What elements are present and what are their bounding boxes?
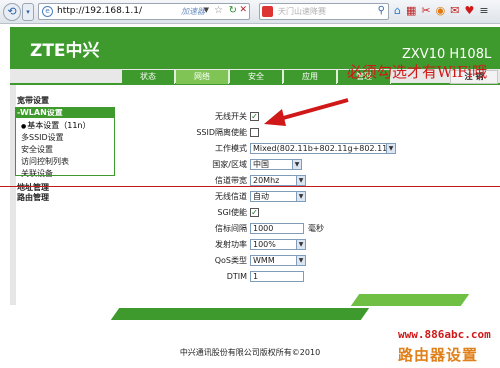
menu-icon[interactable]: ≡ bbox=[479, 4, 493, 17]
region-select[interactable]: 中国 ▼ bbox=[250, 159, 302, 170]
wlan-submenu-frame bbox=[15, 108, 115, 176]
browser-toolbar: ⟲ ▾ e http://192.168.1.1/ 加速器 ▼ ☆ ↻ ✕ 天门… bbox=[0, 0, 500, 24]
accelerator-label[interactable]: 加速器 bbox=[181, 6, 205, 17]
red-guide-line bbox=[0, 186, 500, 187]
region-label: 国家/区域 bbox=[212, 160, 247, 169]
region-value: 中国 bbox=[253, 160, 269, 169]
power-select[interactable]: 100% ▼ bbox=[250, 239, 306, 250]
zte-logo: ZTE中兴 bbox=[30, 41, 100, 61]
mode-select[interactable]: Mixed(802.11b+802.11g+802.11n) ▼ bbox=[250, 143, 396, 154]
annotation-text: 必须勾选才有WiFi哦 bbox=[347, 63, 488, 81]
channel-select[interactable]: 自动 ▼ bbox=[250, 191, 306, 202]
footer-decoration bbox=[95, 290, 490, 326]
chevron-down-icon: ▼ bbox=[296, 176, 305, 185]
beacon-label: 信标间隔 bbox=[215, 224, 247, 233]
annotation-arrow-icon bbox=[264, 98, 349, 126]
row-region: 国家/区域 中国 ▼ bbox=[107, 159, 397, 171]
ssid-isolation-checkbox[interactable] bbox=[250, 128, 259, 137]
page-icon: e bbox=[42, 6, 53, 17]
channel-value: 自动 bbox=[253, 192, 269, 201]
wireless-switch-label: 无线开关 bbox=[215, 112, 247, 121]
qos-value: WMM bbox=[253, 256, 275, 265]
sidebar-item-routing[interactable]: 路由管理 bbox=[15, 192, 115, 203]
chevron-down-icon: ▼ bbox=[292, 160, 301, 169]
heart-icon[interactable]: ♥ bbox=[464, 4, 479, 17]
beacon-unit: 毫秒 bbox=[308, 224, 324, 233]
tab-network[interactable]: 网络 bbox=[176, 70, 229, 84]
chevron-down-icon: ▼ bbox=[296, 240, 305, 249]
home-icon[interactable]: ⌂ bbox=[394, 4, 406, 17]
address-dropdown-icon[interactable]: ▼ bbox=[204, 6, 209, 14]
toolbar-icons: ⌂▦✂◉✉♥≡ bbox=[394, 4, 494, 17]
grid-icon[interactable]: ▦ bbox=[406, 4, 421, 17]
mail-icon[interactable]: ✉ bbox=[450, 4, 464, 17]
sidebar-item-broadband[interactable]: 宽带设置 bbox=[15, 95, 115, 106]
sgi-checkbox[interactable]: ✓ bbox=[250, 208, 259, 217]
chevron-down-icon: ▼ bbox=[296, 256, 305, 265]
row-ssid-isolation: SSID隔离使能 bbox=[107, 127, 397, 139]
bandwidth-select[interactable]: 20Mhz ▼ bbox=[250, 175, 306, 186]
search-placeholder[interactable]: 天门山速降赛 bbox=[278, 6, 326, 17]
beacon-input[interactable]: 1000 bbox=[250, 223, 304, 234]
row-qos: QoS类型 WMM ▼ bbox=[107, 255, 397, 267]
dtim-input[interactable]: 1 bbox=[250, 271, 304, 282]
sidebar: 宽带设置 -WLAN设置 基本设置（11n） 多SSID设置 安全设置 访问控制… bbox=[15, 95, 115, 305]
stop-icon[interactable]: ✕ bbox=[239, 5, 247, 15]
qos-select[interactable]: WMM ▼ bbox=[250, 255, 306, 266]
wireless-switch-checkbox[interactable]: ✓ bbox=[250, 112, 259, 121]
search-box[interactable]: 天门山速降赛 ⚲ bbox=[259, 3, 389, 20]
tab-application[interactable]: 应用 bbox=[284, 70, 337, 84]
refresh-icon[interactable]: ↻ bbox=[229, 5, 237, 16]
star-icon[interactable]: ☆ bbox=[214, 5, 223, 16]
mode-value: Mixed(802.11b+802.11g+802.11n) bbox=[253, 144, 396, 153]
tab-status[interactable]: 状态 bbox=[122, 70, 175, 84]
sgi-label: SGI使能 bbox=[217, 208, 247, 217]
dtim-label: DTIM bbox=[226, 272, 247, 281]
bandwidth-value: 20Mhz bbox=[253, 176, 280, 185]
search-engine-icon[interactable] bbox=[262, 6, 273, 17]
footer-stripe bbox=[350, 294, 470, 306]
row-power: 发射功率 100% ▼ bbox=[107, 239, 397, 251]
tab-security[interactable]: 安全 bbox=[230, 70, 283, 84]
row-sgi: SGI使能 ✓ bbox=[107, 207, 397, 219]
watermark-url: www.886abc.com bbox=[398, 328, 491, 341]
ssid-isolation-label: SSID隔离使能 bbox=[196, 128, 247, 137]
qos-label: QoS类型 bbox=[214, 256, 247, 265]
channel-label: 无线信道 bbox=[215, 192, 247, 201]
scissors-icon[interactable]: ✂ bbox=[421, 4, 435, 17]
url-text[interactable]: http://192.168.1.1/ bbox=[57, 6, 142, 16]
search-icon[interactable]: ⚲ bbox=[378, 5, 385, 16]
weibo-icon[interactable]: ◉ bbox=[436, 4, 451, 17]
address-bar[interactable]: e http://192.168.1.1/ 加速器 ▼ ☆ ↻ ✕ bbox=[38, 3, 250, 20]
footer-stripe bbox=[110, 308, 370, 320]
row-channel: 无线信道 自动 ▼ bbox=[107, 191, 397, 203]
forward-dropdown-icon[interactable]: ▾ bbox=[22, 3, 34, 21]
chevron-down-icon: ▼ bbox=[296, 192, 305, 201]
row-mode: 工作模式 Mixed(802.11b+802.11g+802.11n) ▼ bbox=[107, 143, 397, 155]
power-value: 100% bbox=[253, 240, 276, 249]
chevron-down-icon: ▼ bbox=[386, 144, 395, 153]
row-beacon: 信标间隔 1000 毫秒 bbox=[107, 223, 397, 235]
watermark-text: 路由器设置 bbox=[398, 346, 479, 364]
row-wireless-switch: 无线开关 ✓ bbox=[107, 111, 397, 123]
back-icon[interactable]: ⟲ bbox=[3, 3, 21, 21]
model-name: ZXV10 H108L bbox=[402, 47, 492, 62]
power-label: 发射功率 bbox=[215, 240, 247, 249]
mode-label: 工作模式 bbox=[215, 144, 247, 153]
row-dtim: DTIM 1 bbox=[107, 271, 397, 283]
